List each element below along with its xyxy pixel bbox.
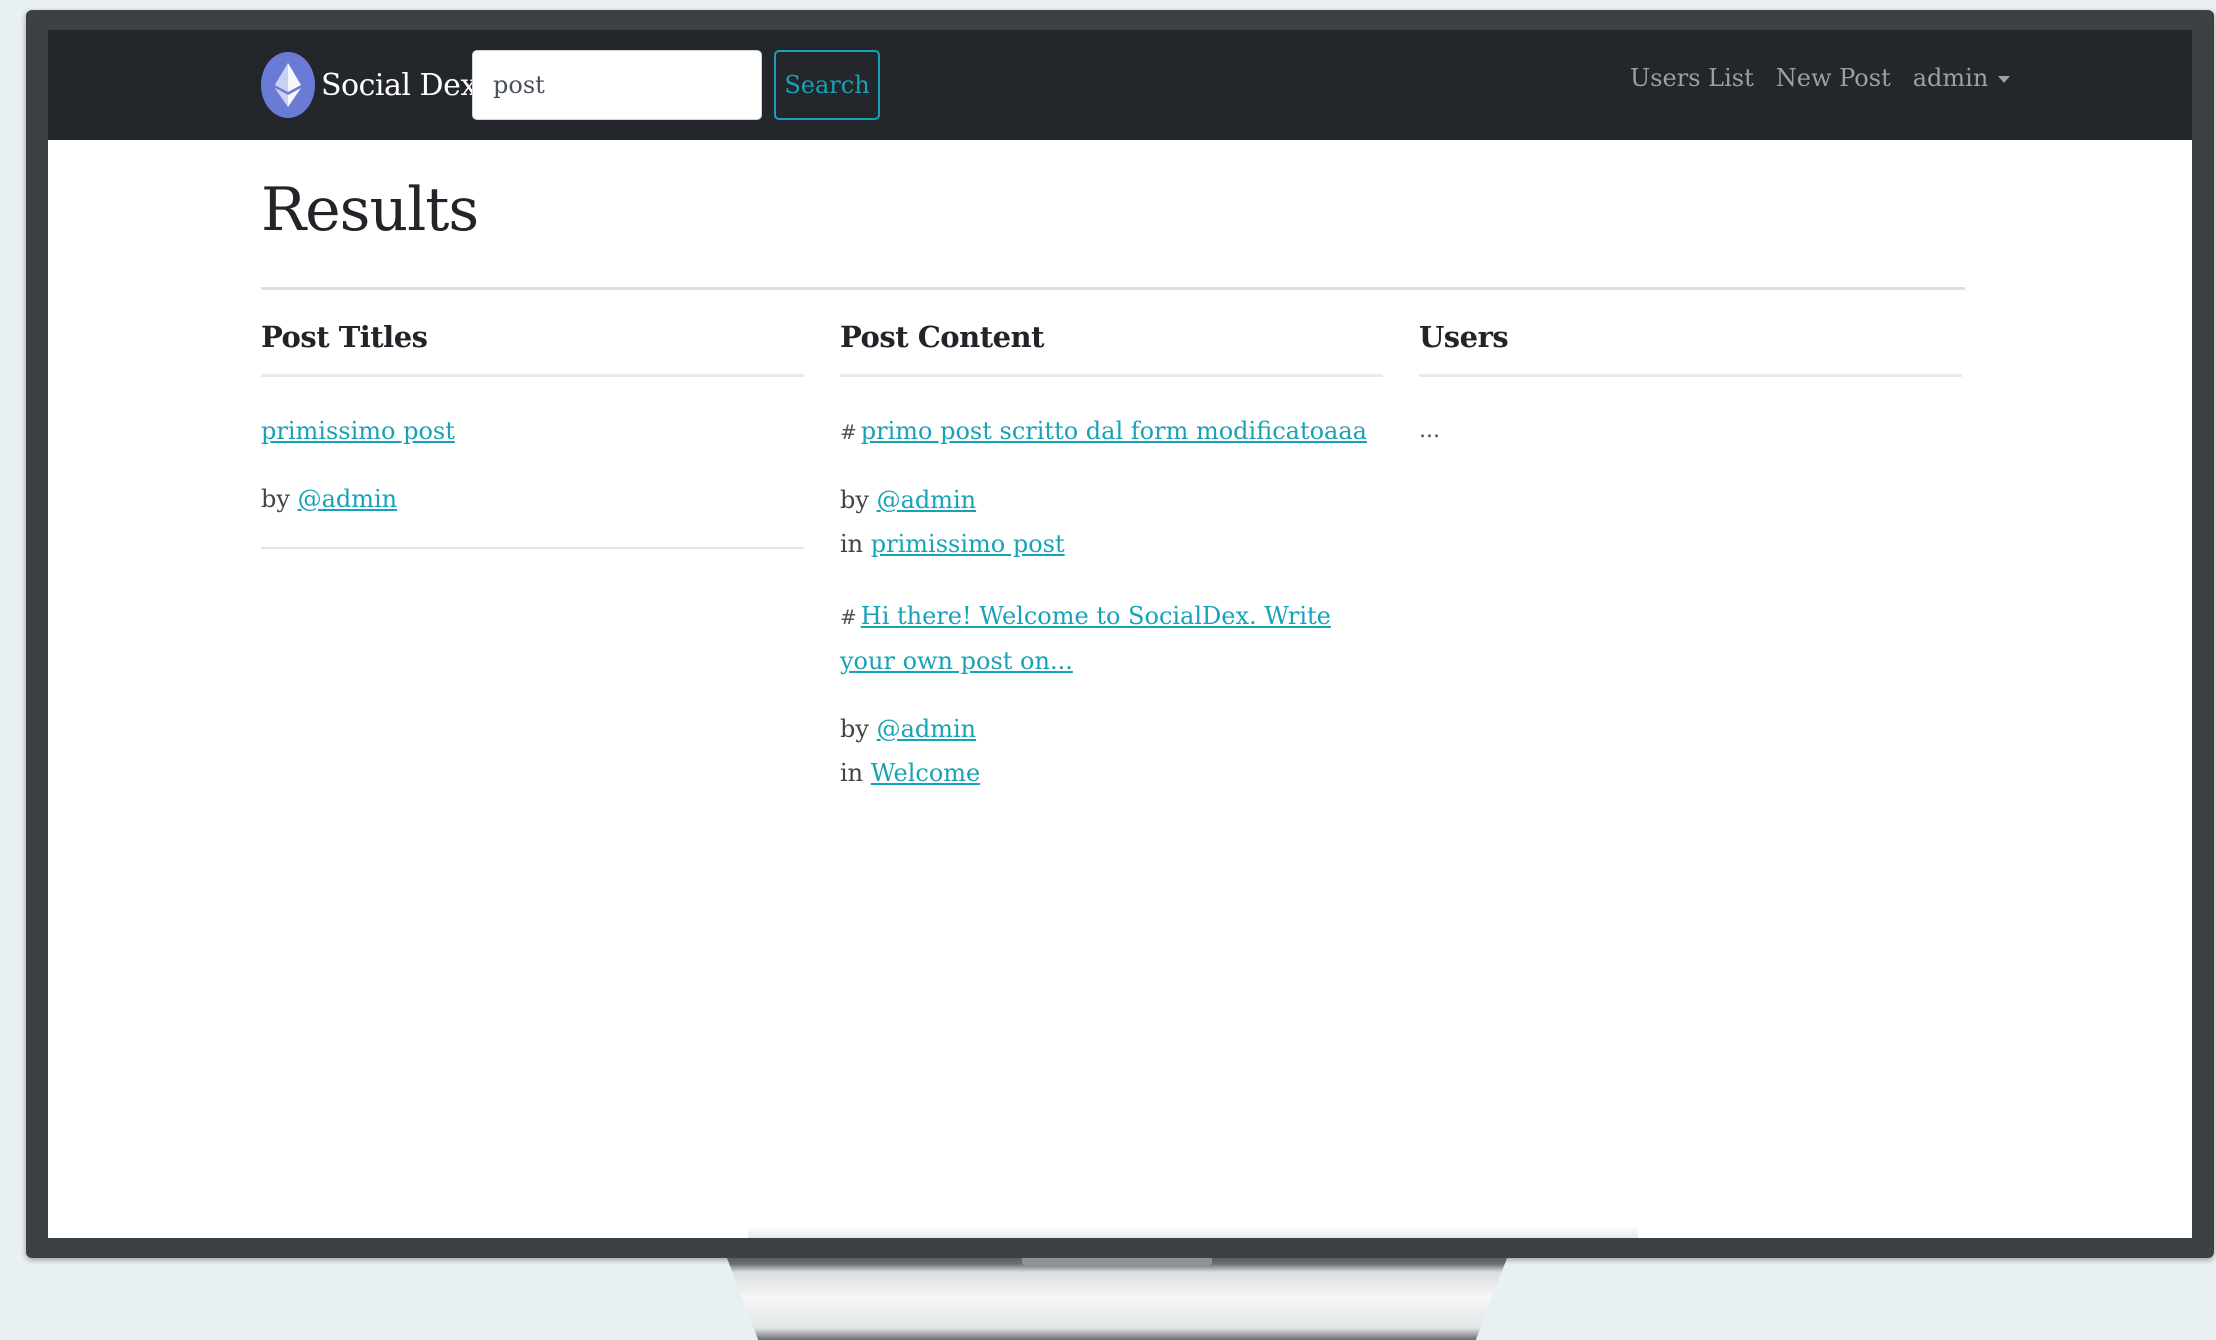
content-link[interactable]: primo post scritto dal form modificatoaa… <box>861 417 1367 445</box>
content-line: # primo post scritto dal form modificatoa… <box>840 409 1383 454</box>
nav-link-users-list[interactable]: Users List <box>1630 64 1754 92</box>
author-link[interactable]: @admin <box>877 715 977 743</box>
users-empty-text: ... <box>1419 418 1440 443</box>
post-titles-column: Post Titles primissimo post by @admin <box>261 320 804 577</box>
author-link[interactable]: @admin <box>298 485 398 513</box>
list-item: # primo post scritto dal form modificatoa… <box>840 409 1383 566</box>
parent-post-link[interactable]: primissimo post <box>871 530 1065 558</box>
tv-frame: Social Dex Search Users List New Post ad… <box>26 10 2214 1258</box>
in-label: in <box>840 759 864 787</box>
search-input[interactable] <box>472 50 762 120</box>
search-button[interactable]: Search <box>774 50 880 120</box>
parent-post-link[interactable]: Welcome <box>871 759 980 787</box>
post-titles-list: primissimo post by @admin <box>261 377 804 549</box>
hash-icon: # <box>840 605 857 629</box>
brand[interactable]: Social Dex <box>261 52 477 118</box>
post-author-line: by @admin <box>261 477 804 521</box>
content-post-line: in primissimo post <box>840 522 1383 566</box>
admin-dropdown[interactable]: admin <box>1913 64 2011 92</box>
item-divider <box>261 547 804 549</box>
ethereum-logo-icon <box>261 52 315 118</box>
post-content-column: Post Content # primo post scritto dal for… <box>840 320 1383 823</box>
caret-down-icon <box>1998 76 2011 83</box>
screen-glare <box>748 1226 1638 1238</box>
list-item: primissimo post by @admin <box>261 409 804 549</box>
users-heading: Users <box>1419 320 1509 354</box>
by-label: by <box>261 485 290 513</box>
post-titles-heading: Post Titles <box>261 320 428 354</box>
content-line: # Hi there! Welcome to SocialDex. Write y… <box>840 594 1383 683</box>
author-link[interactable]: @admin <box>877 486 977 514</box>
users-list: ... <box>1419 377 1962 453</box>
post-title-link[interactable]: primissimo post <box>261 417 455 445</box>
page-title: Results <box>261 175 479 245</box>
top-navbar: Social Dex Search Users List New Post ad… <box>48 30 2192 140</box>
by-label: by <box>840 486 869 514</box>
list-item: # Hi there! Welcome to SocialDex. Write y… <box>840 594 1383 795</box>
admin-dropdown-label: admin <box>1912 64 1989 92</box>
in-label: in <box>840 530 864 558</box>
nav-link-new-post[interactable]: New Post <box>1776 64 1891 92</box>
post-content-list: # primo post scritto dal form modificatoa… <box>840 377 1383 795</box>
browser-viewport: Social Dex Search Users List New Post ad… <box>48 30 2192 1238</box>
content-author-line: by @admin <box>840 478 1383 522</box>
brand-name: Social Dex <box>321 67 477 103</box>
by-label: by <box>840 715 869 743</box>
content-post-line: in Welcome <box>840 751 1383 795</box>
users-column: Users ... <box>1419 320 1962 453</box>
tv-stand <box>727 1258 1507 1340</box>
post-title-line: primissimo post <box>261 409 804 453</box>
hash-icon: # <box>840 420 857 444</box>
tv-stand-notch <box>1022 1258 1212 1266</box>
nav-links: Users List New Post admin <box>1630 64 2011 92</box>
content-link[interactable]: Hi there! Welcome to SocialDex. Write yo… <box>840 602 1331 675</box>
ethereum-diamond-icon <box>275 63 301 107</box>
post-content-heading: Post Content <box>840 320 1045 354</box>
content-author-line: by @admin <box>840 707 1383 751</box>
title-divider <box>261 287 1965 290</box>
